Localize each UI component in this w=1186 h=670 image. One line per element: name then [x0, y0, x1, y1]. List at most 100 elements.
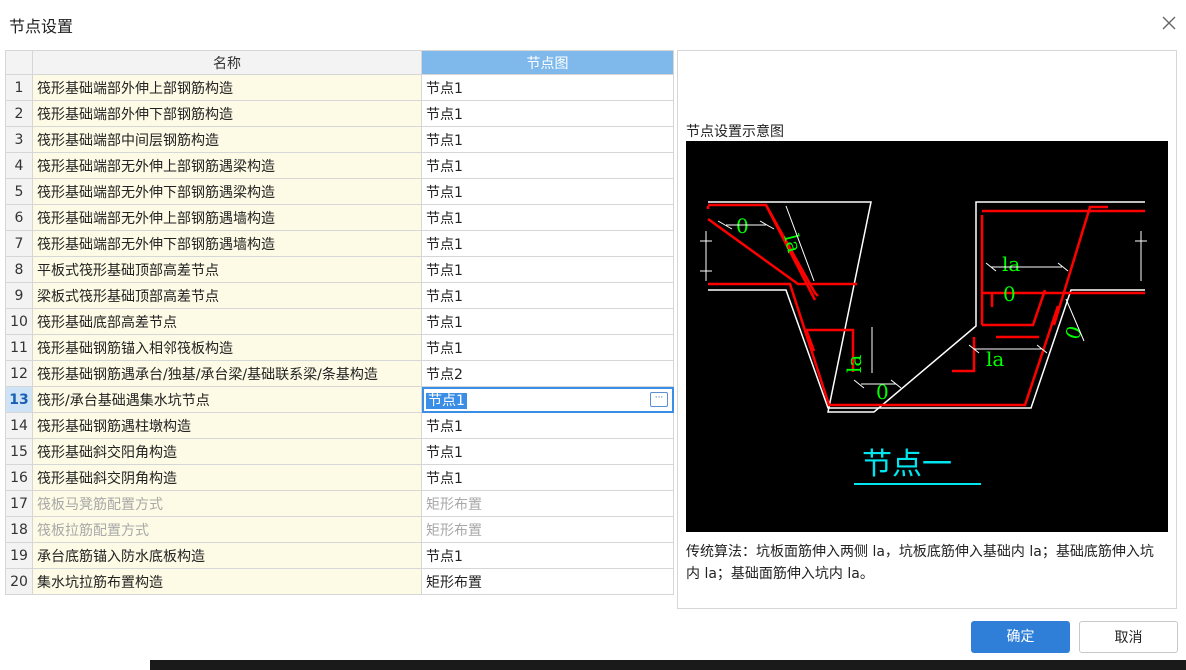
row-name: 筏形基础斜交阳角构造	[32, 438, 422, 465]
table-row[interactable]: 9 梁板式筏形基础顶部高差节点 节点1	[5, 282, 674, 309]
table-row[interactable]: 13 筏形/承台基础遇集水坑节点 节点1 ···	[5, 386, 674, 413]
corner-header	[5, 50, 33, 75]
row-index: 7	[5, 230, 33, 257]
node-diagram: 0 la 0 la 0 la la 0 节点一	[686, 141, 1168, 532]
row-index: 19	[5, 542, 33, 569]
row-index: 11	[5, 334, 33, 361]
row-name: 筏形/承台基础遇集水坑节点	[32, 386, 422, 413]
dim-zero-2: 0	[1003, 282, 1016, 306]
row-name: 集水坑拉筋布置构造	[32, 568, 422, 595]
row-name: 筏形基础端部外伸下部钢筋构造	[32, 100, 422, 127]
row-index: 5	[5, 178, 33, 205]
cancel-button[interactable]: 取消	[1079, 621, 1178, 653]
table-row[interactable]: 8 平板式筏形基础顶部高差节点 节点1	[5, 256, 674, 283]
preview-description: 传统算法：坑板面筋伸入两侧 la，坑板底筋伸入基础内 la；基础底筋伸入坑内 l…	[686, 544, 1154, 582]
row-node-value[interactable]: 矩形布置	[421, 490, 674, 517]
node-column-header[interactable]: 节点图	[421, 50, 674, 75]
row-node-value[interactable]: 节点1	[421, 282, 674, 309]
row-name: 筏形基础端部无外伸上部钢筋遇墙构造	[32, 204, 422, 231]
row-index: 1	[5, 74, 33, 101]
row-index: 14	[5, 412, 33, 439]
row-node-value[interactable]: 节点1	[421, 178, 674, 205]
row-node-value-text[interactable]: 节点1	[426, 392, 467, 409]
row-node-value[interactable]: 节点1	[421, 334, 674, 361]
row-index: 3	[5, 126, 33, 153]
table-row[interactable]: 20 集水坑拉筋布置构造 矩形布置	[5, 568, 674, 595]
table-row[interactable]: 7 筏形基础端部无外伸下部钢筋遇墙构造 节点1	[5, 230, 674, 257]
row-index: 9	[5, 282, 33, 309]
row-name: 筏板拉筋配置方式	[32, 516, 422, 543]
table-row[interactable]: 15 筏形基础斜交阳角构造 节点1	[5, 438, 674, 465]
row-node-value[interactable]: 节点1	[421, 152, 674, 179]
table-row[interactable]: 12 筏形基础钢筋遇承台/独基/承台梁/基础联系梁/条基构造 节点2	[5, 360, 674, 387]
table-row[interactable]: 19 承台底筋锚入防水底板构造 节点1	[5, 542, 674, 569]
preview-label: 节点设置示意图	[686, 124, 784, 140]
row-node-value[interactable]: 节点1	[421, 74, 674, 101]
row-name: 平板式筏形基础顶部高差节点	[32, 256, 422, 283]
row-name: 筏形基础端部中间层钢筋构造	[32, 126, 422, 153]
row-name: 筏形基础底部高差节点	[32, 308, 422, 335]
row-node-value[interactable]: 矩形布置	[421, 568, 674, 595]
table-row[interactable]: 18 筏板拉筋配置方式 矩形布置	[5, 516, 674, 543]
title-bar: 节点设置	[0, 0, 1186, 46]
rebar-lines	[706, 203, 1145, 407]
table-row[interactable]: 10 筏形基础底部高差节点 节点1	[5, 308, 674, 335]
more-options-icon[interactable]: ···	[650, 392, 668, 407]
row-node-value[interactable]: 节点1	[421, 308, 674, 335]
table-row[interactable]: 4 筏形基础端部无外伸上部钢筋遇梁构造 节点1	[5, 152, 674, 179]
window-title: 节点设置	[9, 17, 74, 36]
row-node-value[interactable]: 节点1	[421, 100, 674, 127]
dim-la-1: la	[1002, 252, 1020, 276]
concrete-outline	[708, 201, 1145, 413]
table-row[interactable]: 17 筏板马凳筋配置方式 矩形布置	[5, 490, 674, 517]
table-row[interactable]: 2 筏形基础端部外伸下部钢筋构造 节点1	[5, 100, 674, 127]
row-index: 20	[5, 568, 33, 595]
row-node-value[interactable]: 节点1	[421, 256, 674, 283]
dim-la-2: la	[986, 347, 1004, 371]
row-node-value[interactable]: 节点1	[421, 464, 674, 491]
row-index: 10	[5, 308, 33, 335]
row-node-value[interactable]: 节点1	[421, 204, 674, 231]
table-header: 名称 节点图	[5, 50, 674, 75]
row-index: 2	[5, 100, 33, 127]
row-node-value[interactable]: 节点2	[421, 360, 674, 387]
row-index: 6	[5, 204, 33, 231]
row-node-value[interactable]: 节点1	[421, 412, 674, 439]
row-index: 17	[5, 490, 33, 517]
row-name: 筏形基础钢筋锚入相邻筏板构造	[32, 334, 422, 361]
row-name: 筏形基础钢筋遇柱墩构造	[32, 412, 422, 439]
table-row[interactable]: 11 筏形基础钢筋锚入相邻筏板构造 节点1	[5, 334, 674, 361]
row-name: 筏形基础端部无外伸下部钢筋遇墙构造	[32, 230, 422, 257]
dimension-labels: 0 la 0 la 0	[736, 214, 1020, 404]
ok-button[interactable]: 确定	[971, 621, 1070, 653]
row-node-value[interactable]: 节点1	[421, 230, 674, 257]
row-index: 15	[5, 438, 33, 465]
row-index: 4	[5, 152, 33, 179]
row-name: 梁板式筏形基础顶部高差节点	[32, 282, 422, 309]
node-settings-table: 名称 节点图 1 筏形基础端部外伸上部钢筋构造 节点1 2 筏形基础端部外伸下部钢筋构造…	[5, 50, 674, 595]
row-node-value[interactable]: 节点1 ···	[421, 386, 674, 413]
row-index: 13	[5, 386, 33, 413]
row-node-value[interactable]: 节点1	[421, 542, 674, 569]
table-row[interactable]: 16 筏形基础斜交阴角构造 节点1	[5, 464, 674, 491]
row-node-value[interactable]: 矩形布置	[421, 516, 674, 543]
table-row[interactable]: 1 筏形基础端部外伸上部钢筋构造 节点1	[5, 74, 674, 101]
row-index: 8	[5, 256, 33, 283]
dimension-ticks	[700, 205, 1147, 389]
table-row[interactable]: 6 筏形基础端部无外伸上部钢筋遇墙构造 节点1	[5, 204, 674, 231]
table-row[interactable]: 5 筏形基础端部无外伸下部钢筋遇梁构造 节点1	[5, 178, 674, 205]
name-column-header[interactable]: 名称	[32, 50, 422, 75]
table-row[interactable]: 14 筏形基础钢筋遇柱墩构造 节点1	[5, 412, 674, 439]
background-window-strip	[150, 660, 1186, 670]
dim-la-4: la	[842, 355, 866, 373]
row-node-value[interactable]: 节点1	[421, 438, 674, 465]
diagram-title: 节点一	[862, 447, 952, 482]
close-icon[interactable]	[1156, 10, 1182, 36]
row-name: 筏形基础端部无外伸下部钢筋遇梁构造	[32, 178, 422, 205]
row-index: 18	[5, 516, 33, 543]
row-node-value[interactable]: 节点1	[421, 126, 674, 153]
table-row[interactable]: 3 筏形基础端部中间层钢筋构造 节点1	[5, 126, 674, 153]
row-name: 筏板马凳筋配置方式	[32, 490, 422, 517]
row-name: 筏形基础斜交阴角构造	[32, 464, 422, 491]
row-name: 筏形基础端部无外伸上部钢筋遇梁构造	[32, 152, 422, 179]
